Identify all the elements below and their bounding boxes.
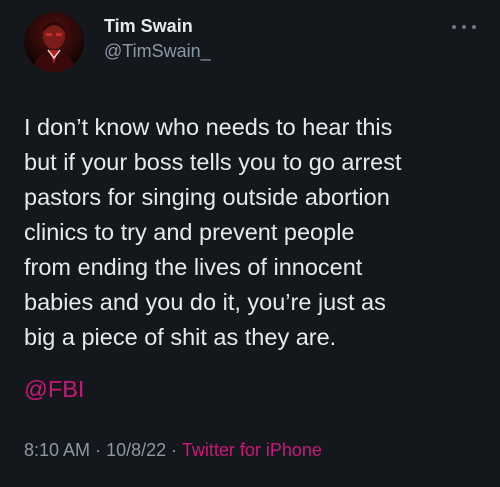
author-display-name[interactable]: Tim Swain [104, 16, 193, 37]
tweet-time[interactable]: 8:10 AM [24, 440, 90, 460]
tweet-text: I don’t know who needs to hear this but … [24, 114, 402, 350]
meta-separator: · [171, 440, 178, 460]
tweet-source-link[interactable]: Twitter for iPhone [182, 440, 322, 460]
tweet-card: Tim Swain @TimSwain_ I don’t know who ne… [0, 0, 500, 487]
more-options-icon[interactable] [452, 20, 476, 34]
avatar-image [24, 12, 84, 72]
more-dot [472, 25, 476, 29]
mention-link[interactable]: @FBI [24, 372, 84, 407]
meta-separator: · [95, 440, 102, 460]
tweet-meta: 8:10 AM · 10/8/22 · Twitter for iPhone [24, 440, 322, 461]
author-handle[interactable]: @TimSwain_ [104, 41, 211, 62]
tweet-date[interactable]: 10/8/22 [106, 440, 166, 460]
avatar[interactable] [24, 12, 84, 72]
more-dot [462, 25, 466, 29]
more-dot [452, 25, 456, 29]
